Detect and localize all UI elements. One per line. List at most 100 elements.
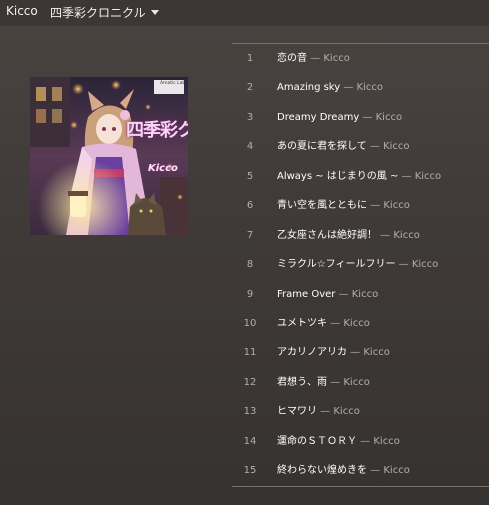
track-title-line: 恋の音 — Kicco: [277, 44, 350, 73]
track-title-line: 青い空を風とともに — Kicco: [277, 191, 410, 220]
track-artist[interactable]: Kicco: [343, 318, 369, 329]
track-artist[interactable]: Kicco: [363, 347, 389, 358]
track-row[interactable]: 8 ミラクル☆フィールフリー — Kicco: [232, 250, 489, 279]
track-artist[interactable]: Kicco: [373, 436, 399, 447]
track-title-line: ヒマワリ — Kicco: [277, 397, 360, 426]
cover-title: 四季彩クロニクル: [126, 120, 188, 141]
track-number: 11: [243, 347, 257, 359]
track-row[interactable]: 12 君想う、雨 — Kicco: [232, 368, 489, 397]
track-number: 14: [243, 435, 257, 447]
track-title-line: ユメトツキ — Kicco: [277, 309, 370, 338]
track-artist[interactable]: Kicco: [343, 377, 369, 388]
track-number: 9: [246, 288, 254, 300]
track-separator: —: [367, 465, 384, 477]
track-title: 君想う、雨: [277, 376, 327, 388]
track-title: 恋の音: [277, 53, 307, 64]
track-separator: —: [367, 200, 384, 212]
track-separator: —: [340, 82, 357, 94]
track-artist[interactable]: Kicco: [376, 112, 402, 123]
track-number: 1: [246, 53, 254, 64]
artist-name[interactable]: Kicco: [6, 4, 38, 18]
track-separator: —: [398, 170, 415, 182]
track-title: Amazing sky: [277, 82, 341, 94]
track-separator: —: [327, 317, 344, 329]
track-number: 7: [246, 229, 254, 241]
header-bar: Kicco 四季彩クロニクル: [0, 0, 489, 26]
track-artist[interactable]: Kicco: [333, 406, 359, 417]
track-artist[interactable]: Kicco: [412, 259, 438, 270]
track-artist[interactable]: Kicco: [352, 289, 378, 300]
track-title-line: 運命のＳＴＯＲＹ — Kicco: [277, 427, 400, 456]
track-title: 乙女座さんは絶好調！: [277, 229, 377, 241]
track-separator: —: [377, 229, 394, 241]
track-number: 5: [246, 170, 254, 182]
track-artist[interactable]: Kicco: [383, 465, 409, 476]
track-number: 10: [243, 317, 257, 329]
track-row[interactable]: 14 運命のＳＴＯＲＹ — Kicco: [232, 427, 489, 456]
track-title-line: Frame Over — Kicco: [277, 280, 378, 309]
track-row[interactable]: 1 恋の音 — Kicco: [232, 44, 489, 73]
caret-down-icon: [150, 10, 159, 15]
track-title-line: Dreamy Dreamy — Kicco: [277, 103, 402, 132]
track-row[interactable]: 7 乙女座さんは絶好調！ — Kicco: [232, 221, 489, 250]
track-artist[interactable]: Kicco: [323, 53, 349, 64]
track-title-line: あの夏に君を探して — Kicco: [277, 132, 410, 161]
track-number: 8: [246, 259, 254, 271]
track-title: 運命のＳＴＯＲＹ: [277, 435, 357, 447]
track-number: 6: [246, 200, 254, 212]
track-row[interactable]: 13 ヒマワリ — Kicco: [232, 397, 489, 426]
album-cover[interactable]: Amatic Label 四季彩クロニクル Kicco: [30, 77, 188, 235]
track-title: 青い空を風とともに: [277, 200, 367, 212]
track-title-line: Always ~ はじまりの風 ~ — Kicco: [277, 162, 441, 191]
track-title-line: ミラクル☆フィールフリー — Kicco: [277, 250, 438, 279]
track-row[interactable]: 11 アカリノアリカ — Kicco: [232, 338, 489, 367]
track-separator: —: [307, 53, 324, 64]
track-separator: —: [366, 141, 384, 153]
track-title: 終わらない煌めきを: [277, 465, 367, 477]
track-separator: —: [327, 376, 344, 388]
cover-artist: Kicco: [148, 163, 178, 174]
track-title: Dreamy Dreamy: [277, 111, 360, 123]
track-row[interactable]: 2 Amazing sky — Kicco: [232, 73, 489, 102]
track-artist[interactable]: Kicco: [393, 230, 419, 241]
track-title: Frame Over: [277, 288, 336, 300]
track-row[interactable]: 10 ユメトツキ — Kicco: [232, 309, 489, 338]
track-number: 4: [246, 141, 254, 153]
track-title: ヒマワリ: [277, 406, 317, 418]
track-row[interactable]: 3 Dreamy Dreamy — Kicco: [232, 103, 489, 132]
track-artist[interactable]: Kicco: [383, 141, 409, 152]
track-artist[interactable]: Kicco: [383, 200, 409, 211]
track-separator: —: [347, 347, 364, 359]
track-separator: —: [395, 259, 412, 271]
track-row[interactable]: 5 Always ~ はじまりの風 ~ — Kicco: [232, 162, 489, 191]
track-separator: —: [357, 435, 374, 447]
track-title-line: 終わらない煌めきを — Kicco: [277, 456, 410, 485]
track-row[interactable]: 4 あの夏に君を探して — Kicco: [232, 132, 489, 161]
track-row[interactable]: 9 Frame Over — Kicco: [232, 280, 489, 309]
track-artist[interactable]: Kicco: [357, 82, 383, 93]
track-title: ミラクル☆フィールフリー: [277, 259, 396, 271]
track-title: Always ~ はじまりの風 ~: [277, 170, 399, 182]
track-separator: —: [335, 288, 352, 300]
track-title-line: 君想う、雨 — Kicco: [277, 368, 370, 397]
track-number: 2: [246, 82, 254, 94]
track-title-line: Amazing sky — Kicco: [277, 73, 383, 102]
cover-label: Amatic Label: [154, 80, 184, 94]
track-list: 1 恋の音 — Kicco 2 Amazing sky — Kicco 3 Dreamy …: [232, 43, 489, 487]
track-row[interactable]: 15 終わらない煌めきを — Kicco: [232, 456, 489, 485]
album-title: 四季彩クロニクル: [50, 6, 146, 20]
track-number: 15: [243, 465, 257, 477]
track-separator: —: [317, 406, 334, 418]
track-row[interactable]: 6 青い空を風とともに — Kicco: [232, 191, 489, 220]
track-title-line: 乙女座さんは絶好調！ — Kicco: [277, 221, 420, 250]
track-number: 3: [246, 111, 254, 123]
track-title-line: アカリノアリカ — Kicco: [277, 338, 390, 367]
album-selector[interactable]: 四季彩クロニクル: [50, 4, 159, 21]
track-artist[interactable]: Kicco: [415, 171, 441, 182]
track-separator: —: [359, 111, 376, 123]
track-title: ユメトツキ: [277, 317, 327, 329]
track-number: 13: [243, 406, 257, 418]
cover-artwork: [30, 77, 188, 235]
track-number: 12: [243, 376, 257, 388]
track-title: あの夏に君を探して: [277, 141, 367, 153]
